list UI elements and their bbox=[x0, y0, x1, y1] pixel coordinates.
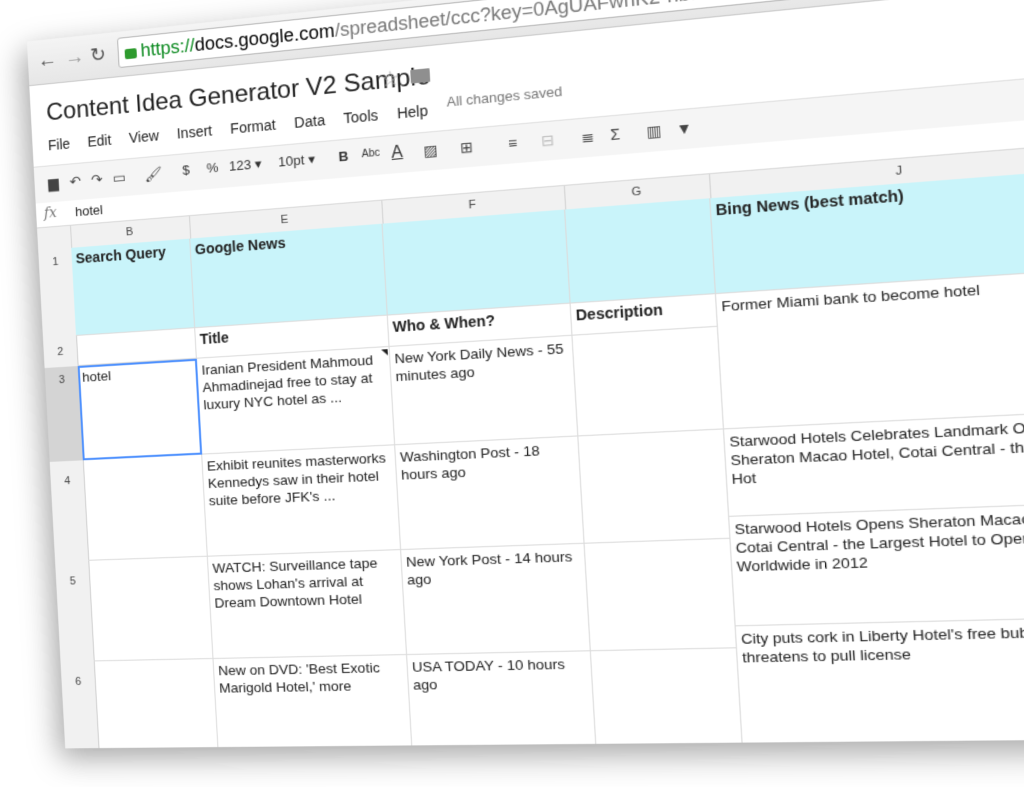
spreadsheet-window: ← → ↻ https://docs.google.com/spreadshee… bbox=[27, 0, 1024, 748]
cell-google-title-1[interactable]: Iranian President Mahmoud Ahmadinejad fr… bbox=[197, 347, 395, 455]
redo-icon[interactable]: ↷ bbox=[91, 172, 106, 187]
menu-edit[interactable]: Edit bbox=[87, 132, 112, 150]
forward-arrow-icon[interactable]: → bbox=[64, 45, 85, 70]
cell-g5[interactable] bbox=[585, 539, 737, 652]
cell-f1[interactable] bbox=[383, 209, 571, 315]
print-icon[interactable]: ▆ bbox=[48, 175, 62, 190]
cell-g6[interactable] bbox=[591, 648, 744, 748]
url-scheme: https:// bbox=[140, 35, 195, 61]
select-all-corner[interactable] bbox=[37, 226, 72, 251]
menu-data[interactable]: Data bbox=[294, 112, 326, 131]
cell-query-selected[interactable]: hotel bbox=[78, 359, 203, 461]
menu-help[interactable]: Help bbox=[397, 102, 429, 122]
chart-icon[interactable]: ▥ bbox=[646, 123, 663, 140]
cell-google-title-4[interactable]: New on DVD: 'Best Exotic Marigold Hotel,… bbox=[214, 655, 414, 748]
cell-google-source-1[interactable]: New York Daily News - 55 minutes ago bbox=[390, 336, 579, 446]
url-host: docs.google.com bbox=[194, 20, 335, 55]
percent-button[interactable]: % bbox=[206, 160, 219, 176]
address-bar[interactable]: https://docs.google.com/spreadsheet/ccc?… bbox=[117, 0, 1024, 68]
menu-format[interactable]: Format bbox=[230, 116, 276, 137]
folder-icon[interactable] bbox=[410, 68, 430, 83]
reload-icon[interactable]: ↻ bbox=[90, 43, 107, 68]
cell-g4[interactable] bbox=[578, 429, 730, 543]
formula-input[interactable]: hotel bbox=[75, 202, 103, 219]
row-header-2[interactable]: 2 bbox=[43, 336, 79, 369]
menu-view[interactable]: View bbox=[128, 127, 159, 146]
filter-icon[interactable]: ▼ bbox=[676, 120, 693, 137]
number-format-button[interactable]: 123 ▾ bbox=[229, 156, 262, 175]
lock-icon bbox=[125, 48, 137, 59]
fx-icon: fx bbox=[44, 205, 58, 222]
back-arrow-icon[interactable]: ← bbox=[37, 48, 58, 73]
menu-file[interactable]: File bbox=[48, 135, 71, 153]
font-size-select[interactable]: 10pt ▾ bbox=[278, 151, 316, 171]
cell-google-source-3[interactable]: New York Post - 14 hours ago bbox=[401, 544, 591, 655]
menu-tools[interactable]: Tools bbox=[343, 107, 378, 127]
fill-color-icon[interactable]: ▨ bbox=[423, 142, 439, 158]
cell-b5[interactable] bbox=[88, 557, 213, 662]
wrap-text-icon[interactable]: ≣ bbox=[581, 128, 598, 144]
cell-bing-item-3[interactable]: Starwood Hotels Opens Sheraton Macao Hot… bbox=[729, 502, 1024, 626]
cell-g3[interactable] bbox=[573, 327, 725, 437]
paint-format-icon[interactable]: 🖌 bbox=[144, 167, 159, 182]
bold-button[interactable]: B bbox=[338, 148, 349, 164]
currency-button[interactable]: $ bbox=[182, 162, 190, 178]
cell-google-source-4[interactable]: USA TODAY - 10 hours ago bbox=[407, 651, 597, 748]
text-color-button[interactable]: A bbox=[391, 143, 403, 163]
cell-bing-item-2[interactable]: Starwood Hotels Celebrates Landmark Open… bbox=[724, 411, 1024, 517]
url-path: /spreadsheet/ccc?key=0AgUAFwnK2-hbdFBFMX… bbox=[334, 0, 1024, 41]
menu-insert[interactable]: Insert bbox=[176, 122, 212, 142]
cell-google-title-2[interactable]: Exhibit reunites masterworks Kennedys sa… bbox=[202, 445, 401, 556]
paste-icon[interactable]: ▭ bbox=[112, 170, 127, 185]
cell-bing-item-4[interactable]: City puts cork in Liberty Hotel's free b… bbox=[736, 617, 1024, 748]
cell-bing-item-1[interactable]: Former Miami bank to become hotel bbox=[716, 269, 1024, 430]
cell-google-title-3[interactable]: WATCH: Surveillance tape shows Lohan's a… bbox=[208, 550, 407, 659]
note-marker-icon[interactable] bbox=[381, 349, 388, 356]
star-icon[interactable]: ☆ bbox=[380, 65, 401, 93]
browser-toolbar: ← → ↻ https://docs.google.com/spreadshee… bbox=[27, 0, 1024, 86]
cell-google-news-header[interactable]: Google News bbox=[190, 224, 388, 329]
cell-search-query-header[interactable]: Search Query bbox=[71, 239, 195, 336]
undo-icon[interactable]: ↶ bbox=[69, 173, 83, 188]
cell-google-source-2[interactable]: Washington Post - 18 hours ago bbox=[395, 436, 584, 550]
strikethrough-button[interactable]: Abc bbox=[361, 147, 380, 160]
save-status: All changes saved bbox=[446, 83, 563, 110]
sum-icon[interactable]: Σ bbox=[610, 126, 627, 142]
cell-b6[interactable] bbox=[94, 659, 219, 748]
align-icon[interactable]: ≡ bbox=[508, 135, 524, 151]
cell-b4[interactable] bbox=[83, 455, 208, 561]
cell-g1[interactable] bbox=[565, 198, 716, 303]
borders-icon[interactable]: ⊞ bbox=[460, 139, 476, 155]
merge-cells-icon[interactable]: ⊟ bbox=[541, 132, 557, 148]
